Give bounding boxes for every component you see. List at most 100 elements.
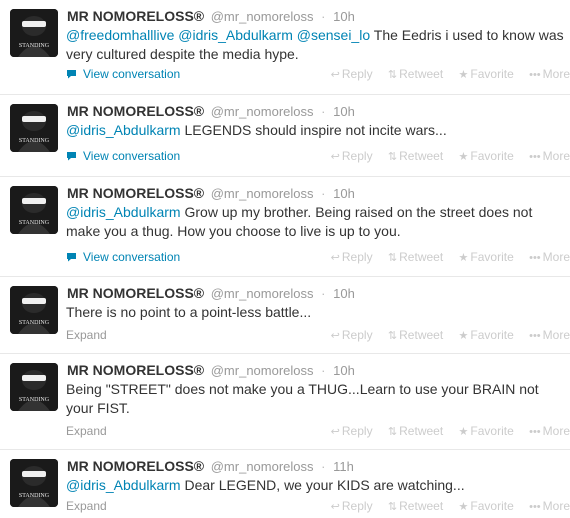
retweet-icon: ⇅	[387, 501, 398, 513]
tweet-stream: STANDING MR NOMORELOSS® @mr_nomoreloss ·…	[0, 0, 570, 518]
mention-link[interactable]: @idris_Abdulkarm	[178, 27, 293, 43]
tweet[interactable]: STANDING MR NOMORELOSS® @mr_nomoreloss ·…	[0, 450, 570, 518]
avatar-image: STANDING	[10, 459, 58, 507]
retweet-icon: ⇅	[387, 252, 398, 264]
more-button[interactable]: ••• More	[529, 328, 570, 342]
retweet-button[interactable]: ⇅ Retweet	[388, 250, 443, 264]
mention-link[interactable]: @idris_Abdulkarm	[66, 477, 181, 493]
svg-text:STANDING: STANDING	[19, 493, 50, 499]
tweet-timestamp[interactable]: 10h	[333, 286, 355, 301]
reply-arrow-icon: ↩	[330, 330, 340, 342]
tweet[interactable]: STANDING MR NOMORELOSS® @mr_nomoreloss ·…	[0, 354, 570, 450]
tweet-body: Dear LEGEND, we your KIDS are watching..…	[184, 477, 465, 493]
tweet[interactable]: STANDING MR NOMORELOSS® @mr_nomoreloss ·…	[0, 95, 570, 177]
star-icon: ★	[458, 252, 469, 264]
view-conversation-link[interactable]: View conversation	[66, 67, 180, 81]
more-button[interactable]: ••• More	[529, 250, 570, 264]
author-fullname[interactable]: MR NOMORELOSS®	[67, 103, 204, 119]
reply-button[interactable]: ↩ Reply	[331, 424, 373, 438]
author-username[interactable]: @mr_nomoreloss	[211, 286, 314, 301]
author-fullname[interactable]: MR NOMORELOSS®	[67, 285, 204, 301]
tweet-text: There is no point to a point-less battle…	[66, 303, 566, 322]
tweet-body: Being "STREET" does not make you a THUG.…	[66, 381, 539, 416]
more-button[interactable]: ••• More	[529, 424, 570, 438]
retweet-button[interactable]: ⇅ Retweet	[388, 67, 443, 81]
mention-link[interactable]: @sensei_lo	[297, 27, 370, 43]
avatar-image: STANDING	[10, 104, 58, 152]
author-username[interactable]: @mr_nomoreloss	[211, 104, 314, 119]
avatar[interactable]: STANDING	[10, 9, 58, 57]
star-icon: ★	[458, 330, 469, 342]
retweet-button[interactable]: ⇅ Retweet	[388, 328, 443, 342]
star-icon: ★	[458, 501, 469, 513]
tweet[interactable]: STANDING MR NOMORELOSS® @mr_nomoreloss ·…	[0, 277, 570, 354]
favorite-button[interactable]: ★ Favorite	[459, 250, 514, 264]
avatar[interactable]: STANDING	[10, 104, 58, 152]
reply-button[interactable]: ↩ Reply	[331, 328, 373, 342]
retweet-icon: ⇅	[387, 330, 398, 342]
mention-link[interactable]: @idris_Abdulkarm	[66, 204, 181, 220]
expand-link[interactable]: Expand	[66, 424, 107, 438]
avatar[interactable]: STANDING	[10, 286, 58, 334]
retweet-button[interactable]: ⇅ Retweet	[388, 499, 443, 513]
speech-bubble-icon	[67, 70, 76, 79]
author-fullname[interactable]: MR NOMORELOSS®	[67, 362, 204, 378]
view-conversation-link[interactable]: View conversation	[66, 250, 180, 264]
time-separator: ·	[321, 286, 326, 301]
author-fullname[interactable]: MR NOMORELOSS®	[67, 458, 204, 474]
expand-link[interactable]: Expand	[66, 328, 107, 342]
mention-link[interactable]: @freedomhalllive	[66, 27, 174, 43]
more-dots-icon: •••	[529, 151, 541, 163]
author-username[interactable]: @mr_nomoreloss	[211, 186, 314, 201]
more-dots-icon: •••	[529, 330, 541, 342]
reply-button[interactable]: ↩ Reply	[331, 67, 373, 81]
reply-button[interactable]: ↩ Reply	[331, 499, 373, 513]
avatar[interactable]: STANDING	[10, 459, 58, 507]
more-button[interactable]: ••• More	[529, 149, 570, 163]
reply-button[interactable]: ↩ Reply	[331, 149, 373, 163]
expand-link[interactable]: Expand	[66, 499, 107, 513]
tweet-text: @idris_Abdulkarm Dear LEGEND, we your KI…	[66, 476, 566, 495]
author-username[interactable]: @mr_nomoreloss	[211, 363, 314, 378]
mention-link[interactable]: @idris_Abdulkarm	[66, 122, 181, 138]
svg-text:STANDING: STANDING	[19, 397, 50, 403]
author-fullname[interactable]: MR NOMORELOSS®	[67, 185, 204, 201]
avatar-image: STANDING	[10, 186, 58, 234]
more-dots-icon: •••	[529, 69, 541, 81]
time-separator: ·	[321, 363, 326, 378]
retweet-button[interactable]: ⇅ Retweet	[388, 149, 443, 163]
time-separator: ·	[321, 186, 326, 201]
reply-arrow-icon: ↩	[330, 426, 340, 438]
svg-text:STANDING: STANDING	[19, 220, 50, 226]
tweet-timestamp[interactable]: 10h	[333, 104, 355, 119]
tweet[interactable]: STANDING MR NOMORELOSS® @mr_nomoreloss ·…	[0, 177, 570, 277]
favorite-button[interactable]: ★ Favorite	[459, 499, 514, 513]
view-conversation-link[interactable]: View conversation	[66, 149, 180, 163]
favorite-button[interactable]: ★ Favorite	[459, 67, 514, 81]
tweet[interactable]: STANDING MR NOMORELOSS® @mr_nomoreloss ·…	[0, 0, 570, 95]
reply-arrow-icon: ↩	[330, 151, 340, 163]
speech-bubble-icon	[67, 253, 76, 262]
favorite-button[interactable]: ★ Favorite	[459, 328, 514, 342]
tweet-timestamp[interactable]: 11h	[333, 459, 354, 474]
author-username[interactable]: @mr_nomoreloss	[211, 9, 314, 24]
author-fullname[interactable]: MR NOMORELOSS®	[67, 8, 204, 24]
author-username[interactable]: @mr_nomoreloss	[211, 459, 314, 474]
reply-button[interactable]: ↩ Reply	[331, 250, 373, 264]
favorite-button[interactable]: ★ Favorite	[459, 424, 514, 438]
tweet-timestamp[interactable]: 10h	[333, 186, 355, 201]
retweet-button[interactable]: ⇅ Retweet	[388, 424, 443, 438]
retweet-icon: ⇅	[387, 69, 398, 81]
more-button[interactable]: ••• More	[529, 67, 570, 81]
tweet-timestamp[interactable]: 10h	[333, 363, 355, 378]
reply-arrow-icon: ↩	[330, 501, 340, 513]
avatar[interactable]: STANDING	[10, 363, 58, 411]
avatar[interactable]: STANDING	[10, 186, 58, 234]
tweet-timestamp[interactable]: 10h	[333, 9, 355, 24]
tweet-text: @idris_Abdulkarm Grow up my brother. Bei…	[66, 203, 566, 241]
star-icon: ★	[458, 151, 469, 163]
more-dots-icon: •••	[529, 252, 541, 264]
more-button[interactable]: ••• More	[529, 499, 570, 513]
tweet-text: @idris_Abdulkarm LEGENDS should inspire …	[66, 121, 566, 140]
favorite-button[interactable]: ★ Favorite	[459, 149, 514, 163]
